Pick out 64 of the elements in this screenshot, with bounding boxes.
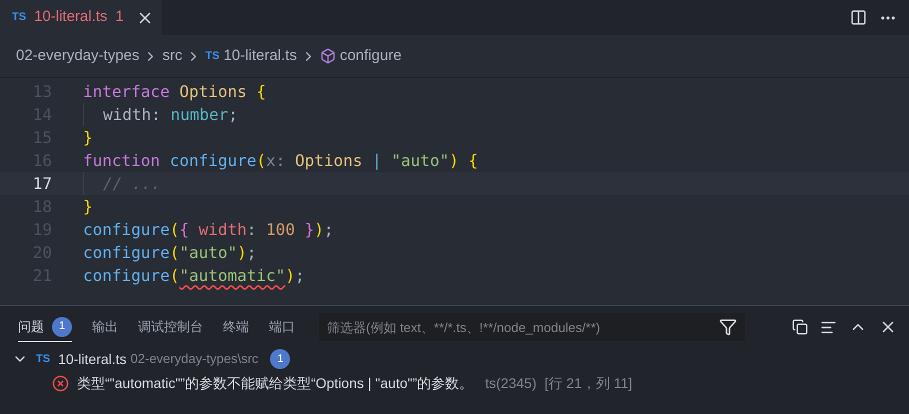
code-token: } [83, 126, 93, 148]
code-token: Options [294, 150, 364, 172]
code-token: : [246, 218, 258, 240]
code-token: ) { [449, 150, 478, 172]
code-token: width [198, 218, 247, 240]
code-token: ; [324, 218, 334, 240]
editor-tab[interactable]: TS 10-literal.ts 1 [0, 0, 162, 35]
code-token: x: [266, 150, 286, 172]
code-token: // ... [103, 172, 161, 194]
code-token: ) [314, 218, 324, 240]
problem-message: 类型“"automatic"”的参数不能赋给类型“Options | "auto"”的参数。 [77, 374, 474, 393]
code-token: ( [170, 242, 180, 264]
code-token: ( [170, 218, 180, 240]
count-badge: 1 [52, 316, 72, 336]
breadcrumb-item[interactable]: configure [340, 44, 402, 68]
code-token: ( [170, 264, 180, 286]
code-token: "auto" [391, 150, 450, 172]
code-token: "automatic" [179, 264, 286, 286]
panel-tab[interactable]: 调试控制台 [138, 312, 203, 342]
panel-tab[interactable]: 输出 [92, 312, 118, 342]
code-token: configure [83, 242, 170, 264]
problem-code: ts(2345) [485, 374, 536, 393]
file-path: 02-everyday-types\src [130, 350, 258, 368]
code-token: } [83, 196, 93, 218]
code-token: configure [83, 264, 170, 286]
panel-tab[interactable]: 问题 1 [18, 312, 72, 342]
error-icon [52, 374, 69, 392]
code-token: configure [170, 150, 256, 172]
count-badge: 1 [270, 349, 290, 369]
code-token: number [170, 104, 228, 126]
code-token: ( [256, 150, 266, 172]
code-token: ; [294, 264, 305, 286]
collapse-all-icon[interactable] [792, 319, 808, 335]
split-editor-icon[interactable] [850, 9, 867, 26]
code-token: configure [83, 218, 170, 240]
problem-location: [行 21，列 11] [544, 374, 632, 393]
breadcrumb-item[interactable]: 10-literal.ts [223, 44, 297, 68]
breadcrumb-item[interactable]: src [162, 44, 182, 68]
line-number: 17 [32, 172, 52, 194]
code-token: { [256, 80, 266, 102]
code-token: width: [103, 104, 162, 126]
problem-file-row[interactable]: TS 10-literal.ts 02-everyday-types\src 1 [0, 348, 909, 370]
code-token: ) [285, 264, 295, 286]
breadcrumb-item[interactable]: 02-everyday-types [16, 44, 140, 68]
code-token: } [304, 218, 314, 240]
code-token: function [83, 150, 162, 172]
code-token: interface [83, 80, 171, 102]
panel-tab[interactable]: 终端 [223, 312, 249, 342]
code-token: Options [179, 80, 248, 102]
code-token: "auto" [179, 242, 238, 264]
typescript-icon: TS [36, 350, 50, 368]
problem-row[interactable]: 类型“"automatic"”的参数不能赋给类型“Options | "auto"”的参数。 ts(2345) [行 21，列 11] [0, 370, 909, 396]
code-token: { [179, 218, 190, 240]
typescript-icon: TS [205, 48, 220, 64]
code-token: ) [237, 242, 247, 264]
panel-tab[interactable]: 端口 [269, 312, 295, 342]
code-token: ; [228, 104, 238, 126]
cube-icon [320, 48, 336, 64]
file-name: 10-literal.ts [58, 350, 127, 368]
typescript-icon: TS [12, 9, 26, 26]
code-token: ; [246, 242, 256, 264]
code-token: 100 [266, 218, 295, 240]
filter-field[interactable]: 筛选器(例如 text、**/*.ts、!**/node_modules/**) [319, 313, 745, 341]
code-token: | [372, 150, 383, 172]
